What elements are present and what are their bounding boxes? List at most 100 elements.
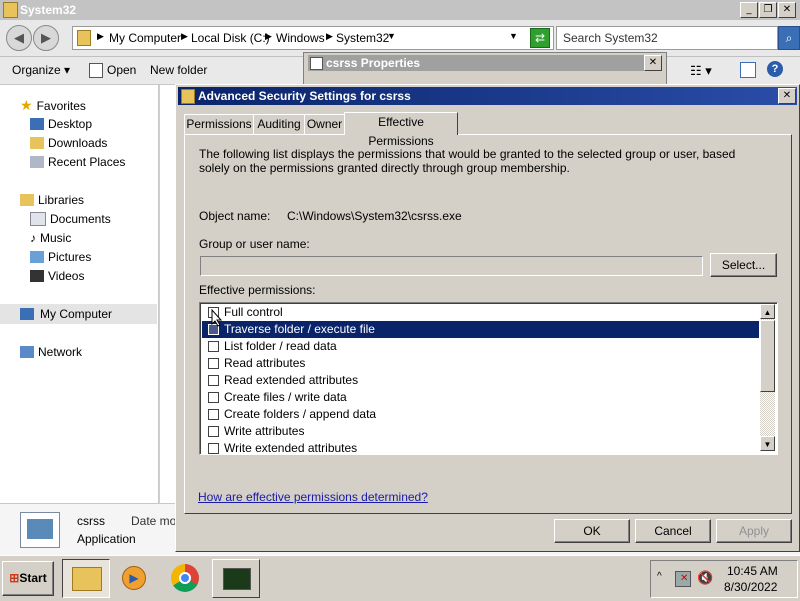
help-link[interactable]: How are effective permissions determined…	[198, 490, 428, 504]
taskbar-task-manager-button[interactable]	[212, 559, 260, 598]
close-button[interactable]: ✕	[778, 88, 796, 104]
effective-permissions-label: Effective permissions:	[199, 283, 316, 297]
permission-row[interactable]: Full control	[202, 304, 759, 321]
chevron-icon: ▶	[97, 31, 104, 41]
sidebar-item-libraries[interactable]: Libraries	[20, 193, 84, 207]
tab-effective-permissions[interactable]: Effective Permissions	[344, 112, 458, 148]
refresh-icon[interactable]: ⇄	[530, 28, 550, 48]
permission-row[interactable]: Read attributes	[202, 355, 759, 372]
window-icon	[310, 57, 323, 70]
apply-button[interactable]: Apply	[716, 519, 792, 543]
view-icon[interactable]: ☷ ▾	[690, 63, 712, 79]
chrome-icon[interactable]	[171, 564, 199, 592]
checkbox[interactable]	[208, 358, 219, 369]
close-button[interactable]: ✕	[644, 55, 662, 71]
organize-button[interactable]: Organize ▾	[12, 63, 70, 77]
libraries-icon	[20, 194, 34, 206]
sidebar-item-videos[interactable]: Videos	[30, 269, 84, 283]
pictures-icon	[30, 251, 44, 263]
tab-auditing[interactable]: Auditing	[253, 114, 305, 134]
permission-label: List folder / read data	[224, 339, 337, 353]
cancel-button[interactable]: Cancel	[635, 519, 711, 543]
select-button[interactable]: Select...	[710, 253, 777, 277]
chevron-icon: ▶	[265, 31, 272, 41]
tab-permissions[interactable]: Permissions	[184, 114, 254, 134]
network-status-icon[interactable]: ✕	[675, 571, 691, 587]
sidebar-label: Downloads	[48, 136, 108, 150]
checkbox[interactable]	[208, 392, 219, 403]
navigation-pane: ★ Favorites Desktop Downloads Recent Plac…	[0, 85, 159, 503]
permission-row[interactable]: Create folders / append data	[202, 406, 759, 423]
sidebar-item-network[interactable]: Network	[20, 345, 82, 359]
sidebar-item-desktop[interactable]: Desktop	[30, 117, 92, 131]
taskbar-explorer-button[interactable]	[62, 559, 110, 598]
sidebar-label: Music	[40, 231, 72, 245]
permission-label: Create folders / append data	[224, 407, 377, 421]
window-controls: _ ❐ ✕	[740, 2, 796, 18]
start-button[interactable]: ⊞Start	[2, 561, 54, 596]
chevron-down-icon[interactable]: ▼	[509, 31, 518, 41]
sidebar-item-favorites[interactable]: ★ Favorites	[20, 97, 86, 114]
scroll-down-arrow-icon[interactable]: ▼	[760, 436, 775, 451]
checkbox[interactable]	[208, 409, 219, 420]
new-folder-button[interactable]: New folder	[150, 63, 207, 77]
minimize-button[interactable]: _	[740, 2, 758, 18]
permission-row[interactable]: Write attributes	[202, 423, 759, 440]
ok-button[interactable]: OK	[554, 519, 630, 543]
preview-pane-icon[interactable]	[740, 62, 756, 78]
sidebar-label: Libraries	[38, 193, 85, 207]
search-icon[interactable]: ⌕	[778, 26, 800, 50]
checkbox[interactable]	[208, 443, 219, 454]
clock-date[interactable]: 8/30/2022	[724, 580, 777, 594]
sidebar-label: Pictures	[48, 250, 92, 264]
sidebar-item-music[interactable]: ♪ Music	[30, 231, 71, 245]
breadcrumb-system32[interactable]: System32	[336, 31, 389, 45]
media-player-icon[interactable]: ▶	[118, 562, 148, 592]
volume-muted-icon[interactable]: 🔇	[697, 570, 713, 586]
permission-label: Full control	[224, 305, 283, 319]
sidebar-item-downloads[interactable]: Downloads	[30, 136, 107, 150]
sidebar-item-pictures[interactable]: Pictures	[30, 250, 91, 264]
scroll-up-arrow-icon[interactable]: ▲	[760, 304, 775, 319]
chevron-icon: ▶	[181, 31, 188, 41]
permission-row[interactable]: List folder / read data	[202, 338, 759, 355]
permissions-list[interactable]: Full control Traverse folder / execute f…	[199, 302, 778, 455]
organize-label: Organize	[12, 63, 61, 77]
clock-time[interactable]: 10:45 AM	[727, 564, 778, 578]
network-icon	[20, 346, 34, 358]
close-button[interactable]: ✕	[778, 2, 796, 18]
breadcrumb-local-disk[interactable]: Local Disk (C:)	[191, 31, 270, 45]
forward-button[interactable]: ▶	[33, 25, 59, 51]
sidebar-item-documents[interactable]: Documents	[30, 212, 111, 226]
permission-row[interactable]: Write extended attributes	[202, 440, 759, 454]
search-input[interactable]: Search System32	[556, 26, 778, 50]
checkbox[interactable]	[208, 426, 219, 437]
open-button[interactable]: Open	[107, 63, 136, 77]
tab-owner[interactable]: Owner	[304, 114, 345, 134]
windows-logo-icon: ⊞	[9, 571, 20, 585]
chevron-down-icon[interactable]: ▼	[387, 31, 396, 41]
maximize-button[interactable]: ❐	[759, 2, 777, 18]
permission-row[interactable]: Traverse folder / execute file	[202, 321, 759, 338]
help-icon[interactable]: ?	[767, 61, 783, 77]
checkbox[interactable]	[208, 375, 219, 386]
breadcrumb-my-computer[interactable]: My Computer	[109, 31, 181, 45]
explorer-title: System32	[20, 3, 77, 17]
sidebar-item-my-computer[interactable]: My Computer	[0, 304, 157, 324]
address-bar[interactable]: ▶ My Computer ▶ Local Disk (C:) ▶ Window…	[72, 26, 554, 50]
scrollbar-thumb[interactable]	[760, 320, 775, 392]
sidebar-item-recent-places[interactable]: Recent Places	[30, 155, 125, 169]
back-button[interactable]: ◀	[6, 25, 32, 51]
search-placeholder: Search System32	[563, 31, 658, 45]
breadcrumb-windows[interactable]: Windows	[276, 31, 325, 45]
permission-row[interactable]: Create files / write data	[202, 389, 759, 406]
checkbox[interactable]	[208, 341, 219, 352]
open-icon	[89, 63, 103, 78]
properties-title: csrss Properties	[326, 56, 421, 70]
object-name-label: Object name:	[199, 209, 271, 223]
permission-row[interactable]: Read extended attributes	[202, 372, 759, 389]
desktop-icon	[30, 118, 44, 130]
vertical-scrollbar[interactable]: ▲ ▼	[760, 304, 775, 451]
show-hidden-icons-icon[interactable]: ^	[657, 571, 662, 582]
permission-label: Read extended attributes	[224, 373, 359, 387]
